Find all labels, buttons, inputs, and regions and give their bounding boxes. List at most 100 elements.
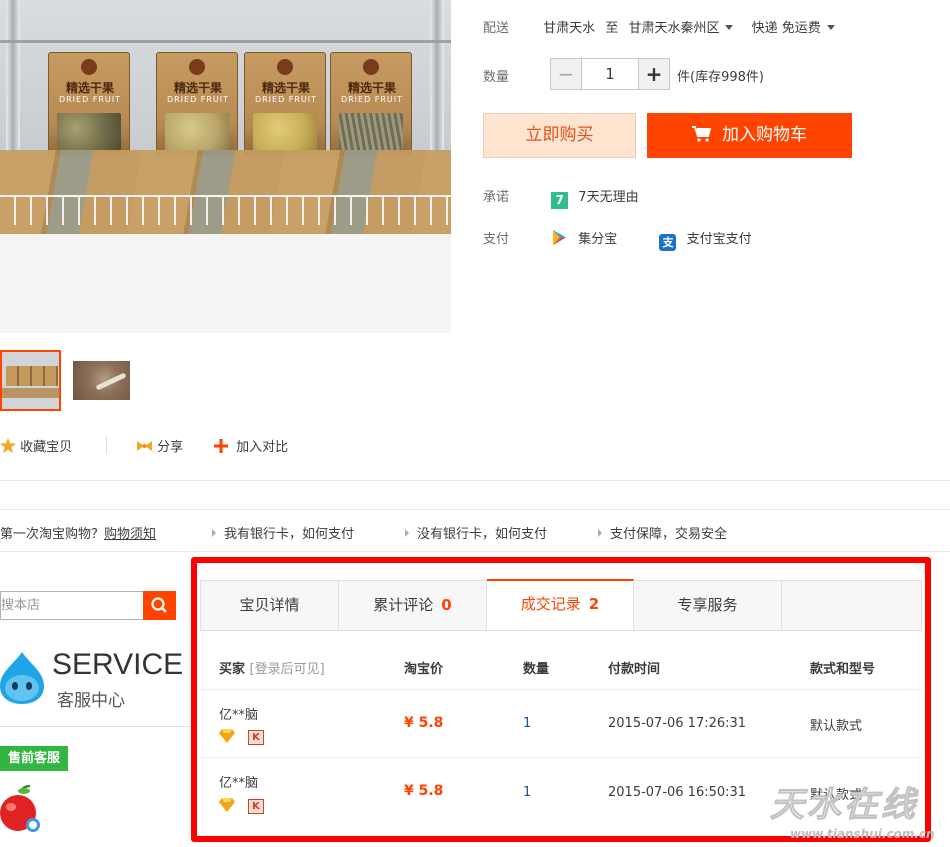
product-bag: 精选干果 DRIED FRUIT xyxy=(244,52,326,156)
payment-method-jifenbao[interactable]: 集分宝 xyxy=(578,232,617,247)
tab-label: 宝贝详情 xyxy=(239,596,300,614)
col-pay-time: 付款时间 xyxy=(608,662,661,677)
apple-mascot-icon xyxy=(0,785,40,832)
payment-label: 支付 xyxy=(483,232,510,247)
product-bag: 精选干果 DRIED FRUIT xyxy=(48,52,130,156)
search-icon xyxy=(151,597,167,613)
shelf-bar xyxy=(0,40,451,43)
search-button[interactable] xyxy=(143,591,176,620)
section-divider xyxy=(0,480,950,481)
diamond-icon xyxy=(219,798,235,812)
bag-subtitle: DRIED FRUIT xyxy=(254,95,318,104)
tab-reviews[interactable]: 累计评论 0 xyxy=(339,581,487,631)
tab-exclusive-service[interactable]: 专享服务 xyxy=(634,581,782,631)
tab-transaction-records[interactable]: 成交记录 2 xyxy=(487,579,634,630)
help-link-no-bank-card[interactable]: 没有银行卡，如何支付 xyxy=(405,523,547,542)
record-price: ¥ 5.8 xyxy=(404,783,444,799)
payment-method-alipay[interactable]: 支付宝支付 xyxy=(687,232,752,247)
quantity-input[interactable]: 1 xyxy=(582,58,638,90)
bag-subtitle: DRIED FRUIT xyxy=(58,95,122,104)
compare-label: 加入对比 xyxy=(236,440,289,455)
help-link-label: 没有银行卡，如何支付 xyxy=(417,527,548,542)
share-button[interactable]: 分享 xyxy=(136,436,183,455)
help-link-bank-card[interactable]: 我有银行卡，如何支付 xyxy=(212,523,354,542)
col-quantity: 数量 xyxy=(523,662,550,677)
buyer-level-badge: K xyxy=(248,799,264,814)
record-pay-time: 2015-07-06 16:50:31 xyxy=(608,785,747,800)
tab-count: 2 xyxy=(588,595,600,613)
star-icon xyxy=(0,438,16,453)
tab-label: 累计评论 xyxy=(373,596,434,614)
alipay-icon: 支 xyxy=(659,234,677,251)
product-bag: 精选干果 DRIED FRUIT xyxy=(330,52,412,156)
cart-icon xyxy=(692,115,712,142)
compare-button[interactable]: 加入对比 xyxy=(214,436,288,455)
shipping-select[interactable]: 快递 免运费 xyxy=(752,21,835,36)
payment-row: 支付 集分宝 支 支付宝支付 xyxy=(483,228,752,251)
quantity-label: 数量 xyxy=(483,70,510,85)
watermark-logo: 天水在线 xyxy=(770,785,918,826)
favorite-button[interactable]: 收藏宝贝 xyxy=(0,436,72,455)
destination-label: 甘肃天水秦州区 xyxy=(628,21,720,36)
shipping-label: 快递 免运费 xyxy=(751,21,821,36)
site-watermark: 天水在线 www.tianshui.com.cn xyxy=(770,777,950,847)
store-search-input[interactable]: 搜本店 xyxy=(0,591,143,620)
service-subtitle: 客服中心 xyxy=(57,691,125,711)
bag-title: 精选干果 xyxy=(347,81,396,95)
quantity-increment-button[interactable]: + xyxy=(638,58,670,90)
bag-title: 精选干果 xyxy=(261,81,310,95)
add-to-cart-label: 加入购物车 xyxy=(722,125,807,145)
promise-row: 承诺 7 7天无理由 xyxy=(483,186,639,209)
seven-day-icon: 7 xyxy=(551,192,569,209)
record-price: ¥ 5.8 xyxy=(404,715,444,731)
buy-now-button[interactable]: 立即购买 xyxy=(483,113,636,158)
favorite-label: 收藏宝贝 xyxy=(20,440,73,455)
col-buyer: 买家 [登录后可见] xyxy=(219,658,325,677)
buyer-level-badge: K xyxy=(248,730,264,745)
jifenbao-icon xyxy=(551,229,568,246)
tab-label: 成交记录 xyxy=(520,595,581,613)
delivery-row: 配送 甘肃天水 至 甘肃天水秦州区 快递 免运费 xyxy=(483,17,835,36)
destination-select[interactable]: 甘肃天水秦州区 xyxy=(628,21,734,36)
row-divider xyxy=(200,689,922,690)
stock-text: 件(库存998件) xyxy=(677,70,764,85)
triangle-right-icon xyxy=(212,529,216,537)
bag-title: 精选干果 xyxy=(173,81,222,95)
bag-title: 精选干果 xyxy=(65,81,114,95)
quantity-decrement-button[interactable]: − xyxy=(550,58,582,90)
first-time-label: 第一次淘宝购物？ xyxy=(0,527,105,542)
presale-service-badge: 售前客服 xyxy=(0,746,68,771)
thumbnail-1[interactable] xyxy=(0,350,61,411)
service-mascot-icon xyxy=(0,652,44,704)
col-price: 淘宝价 xyxy=(404,662,444,677)
help-link-payment-security[interactable]: 支付保障，交易安全 xyxy=(598,523,727,542)
thumbnail-2[interactable] xyxy=(73,361,130,400)
to-text: 至 xyxy=(605,21,619,36)
divider xyxy=(106,436,107,454)
sidebar-divider xyxy=(0,726,190,727)
bag-subtitle: DRIED FRUIT xyxy=(166,95,230,104)
diamond-icon xyxy=(219,729,235,743)
col-style: 款式和型号 xyxy=(810,662,876,677)
help-link-label: 支付保障，交易安全 xyxy=(610,527,728,542)
origin-text: 甘肃天水 xyxy=(543,21,596,36)
record-quantity: 1 xyxy=(523,785,532,800)
first-time-text: 第一次淘宝购物？购物须知 xyxy=(0,523,156,542)
share-label: 分享 xyxy=(157,440,184,455)
tab-item-details[interactable]: 宝贝详情 xyxy=(201,581,339,631)
promise-link[interactable]: 7天无理由 xyxy=(578,190,638,205)
customer-service-banner[interactable]: SERVICE 客服中心 xyxy=(0,640,190,720)
add-to-cart-button[interactable]: 加入购物车 xyxy=(647,113,852,158)
buyer-name: 亿**脑 xyxy=(219,776,259,791)
shopping-help-bar: 第一次淘宝购物？购物须知 我有银行卡，如何支付 没有银行卡，如何支付 支付保障，… xyxy=(0,509,950,552)
promise-label: 承诺 xyxy=(483,190,510,205)
shopping-guide-link[interactable]: 购物须知 xyxy=(104,527,156,542)
delivery-label: 配送 xyxy=(483,21,510,36)
record-style: 默认款式 xyxy=(810,719,863,734)
login-note: [登录后可见] xyxy=(249,662,325,677)
product-main-image[interactable]: 精选干果 DRIED FRUIT 精选干果 DRIED FRUIT 精选干果 D… xyxy=(0,0,451,333)
product-bag: 精选干果 DRIED FRUIT xyxy=(156,52,238,156)
chevron-down-icon xyxy=(826,25,835,30)
tab-label: 专享服务 xyxy=(677,596,738,614)
col-buyer-label: 买家 xyxy=(219,662,246,677)
